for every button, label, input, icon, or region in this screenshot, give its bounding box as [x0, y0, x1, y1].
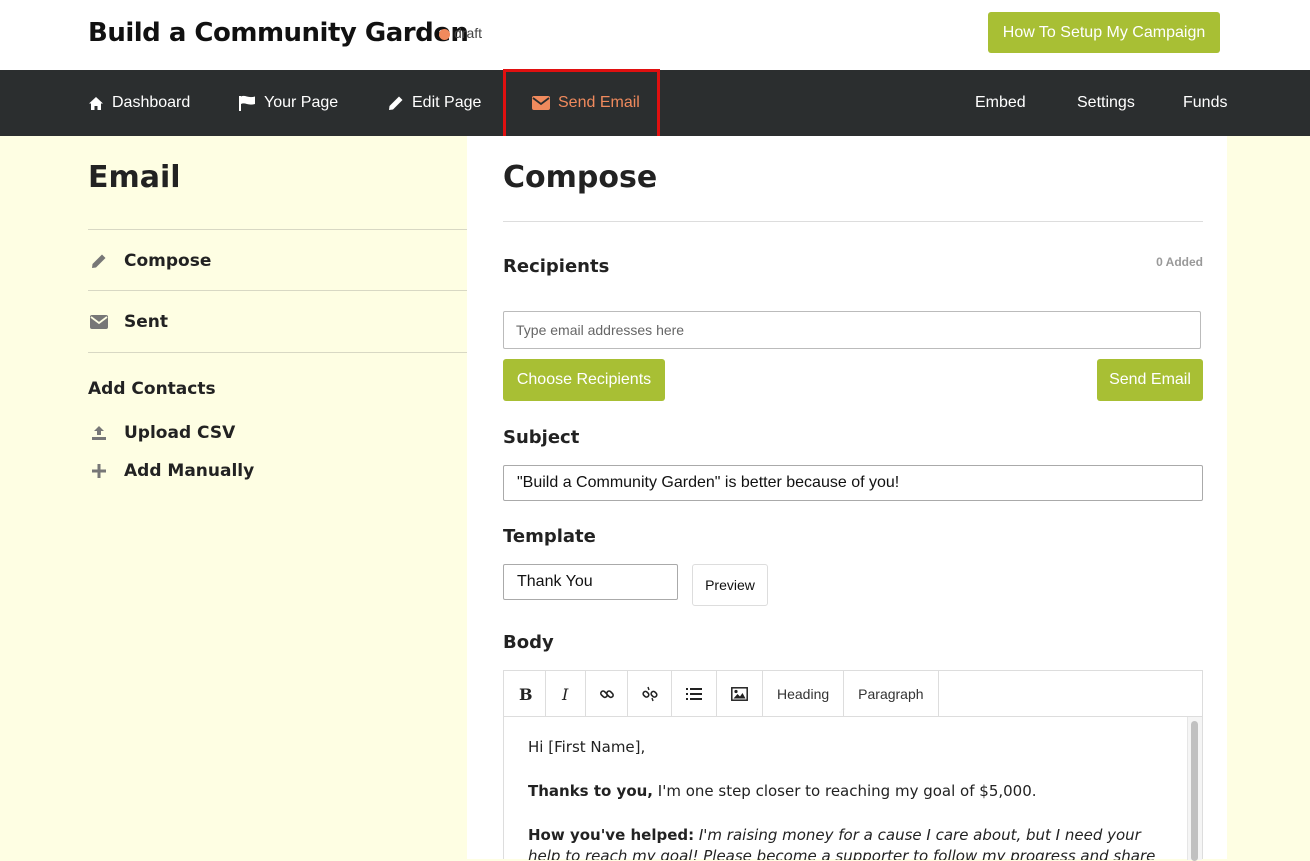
- envelope-icon: [88, 314, 110, 329]
- nav-your-page[interactable]: Your Page: [238, 70, 338, 136]
- pencil-icon: [88, 253, 110, 269]
- nav-edit-page[interactable]: Edit Page: [388, 70, 481, 136]
- nav-send-email[interactable]: Send Email: [532, 70, 640, 136]
- greeting-line: Hi [First Name],: [528, 738, 646, 756]
- editor-content[interactable]: Hi [First Name], Thanks to you, I'm one …: [504, 717, 1187, 860]
- nav-funds-label: Funds: [1183, 94, 1228, 111]
- subject-label: Subject: [503, 427, 580, 448]
- bold-button[interactable]: B: [504, 671, 546, 716]
- bold-icon: B: [519, 686, 532, 702]
- recipients-label: Recipients: [503, 256, 610, 277]
- sidebar-item-label: Sent: [124, 311, 169, 332]
- nav-dashboard[interactable]: Dashboard: [88, 70, 190, 136]
- svg-text:B: B: [519, 686, 532, 702]
- subject-input[interactable]: [503, 465, 1203, 501]
- sidebar-divider: [88, 352, 467, 353]
- title-divider: [503, 221, 1203, 222]
- rich-text-editor: B I Heading Paragraph Hi [First Name], T…: [503, 670, 1203, 861]
- unlink-button[interactable]: [628, 671, 672, 716]
- sidebar-item-compose[interactable]: Compose: [88, 229, 467, 291]
- send-email-button[interactable]: Send Email: [1097, 359, 1203, 401]
- nav-embed[interactable]: Embed: [975, 70, 1026, 136]
- image-button[interactable]: [717, 671, 763, 716]
- nav-your-page-label: Your Page: [264, 94, 339, 111]
- status-dot-icon: [439, 29, 450, 40]
- nav-embed-label: Embed: [975, 94, 1026, 111]
- top-header: Build a Community Garden draft How To Se…: [0, 0, 1310, 70]
- svg-text:I: I: [561, 686, 569, 702]
- italic-icon: I: [561, 686, 569, 702]
- scrollbar-thumb[interactable]: [1191, 721, 1198, 861]
- template-select[interactable]: [503, 564, 678, 600]
- preview-button[interactable]: Preview: [692, 564, 768, 606]
- link-button[interactable]: [586, 671, 628, 716]
- main-nav: Dashboard Your Page Edit Page Send Email…: [0, 70, 1310, 136]
- editor-scrollbar[interactable]: [1187, 717, 1202, 861]
- helped-paragraph: How you've helped: I'm raising money for…: [528, 825, 1163, 860]
- image-icon: [731, 686, 748, 701]
- sidebar: Email Compose Sent Add Contacts Upload C…: [88, 136, 467, 859]
- choose-recipients-button[interactable]: Choose Recipients: [503, 359, 665, 401]
- heading-button[interactable]: Heading: [763, 671, 845, 716]
- nav-send-email-label: Send Email: [558, 94, 640, 111]
- nav-edit-page-label: Edit Page: [412, 94, 482, 111]
- page-title: Compose: [503, 160, 658, 195]
- unlink-icon: [641, 686, 658, 701]
- thanks-text: I'm one step closer to reaching my goal …: [653, 782, 1037, 800]
- nav-dashboard-label: Dashboard: [112, 94, 191, 111]
- pencil-icon: [389, 96, 403, 110]
- envelope-icon: [532, 96, 550, 110]
- upload-csv-link[interactable]: Upload CSV: [88, 418, 235, 448]
- paragraph-button[interactable]: Paragraph: [844, 671, 939, 716]
- upload-icon: [88, 425, 110, 441]
- home-icon: [89, 96, 103, 110]
- link-icon: [599, 689, 614, 698]
- recipients-input[interactable]: [503, 311, 1201, 349]
- nav-settings-label: Settings: [1077, 94, 1135, 111]
- campaign-title: Build a Community Garden: [88, 18, 469, 48]
- thanks-bold: Thanks to you,: [528, 782, 653, 800]
- upload-csv-label: Upload CSV: [124, 423, 236, 443]
- editor-toolbar: B I Heading Paragraph: [504, 671, 1202, 717]
- recipients-count: 0 Added: [1156, 255, 1203, 269]
- status-badge: draft: [454, 25, 483, 41]
- add-manually-label: Add Manually: [124, 461, 255, 481]
- add-manually-link[interactable]: Add Manually: [88, 456, 254, 486]
- list-icon: [686, 687, 702, 700]
- flag-icon: [239, 95, 255, 111]
- setup-campaign-button[interactable]: How To Setup My Campaign: [988, 12, 1220, 53]
- thanks-paragraph: Thanks to you, I'm one step closer to re…: [528, 781, 1163, 802]
- plus-icon: [88, 464, 110, 478]
- list-button[interactable]: [672, 671, 717, 716]
- add-contacts-heading: Add Contacts: [88, 379, 216, 399]
- sidebar-item-label: Compose: [124, 250, 212, 271]
- nav-settings[interactable]: Settings: [1077, 70, 1135, 136]
- nav-funds[interactable]: Funds: [1183, 70, 1227, 136]
- compose-panel: Compose Recipients 0 Added Choose Recipi…: [467, 136, 1227, 861]
- italic-button[interactable]: I: [546, 671, 586, 716]
- helped-bold: How you've helped:: [528, 826, 695, 844]
- template-label: Template: [503, 526, 596, 547]
- sidebar-heading: Email: [88, 160, 181, 195]
- sidebar-item-sent[interactable]: Sent: [88, 290, 467, 352]
- body-label: Body: [503, 632, 554, 653]
